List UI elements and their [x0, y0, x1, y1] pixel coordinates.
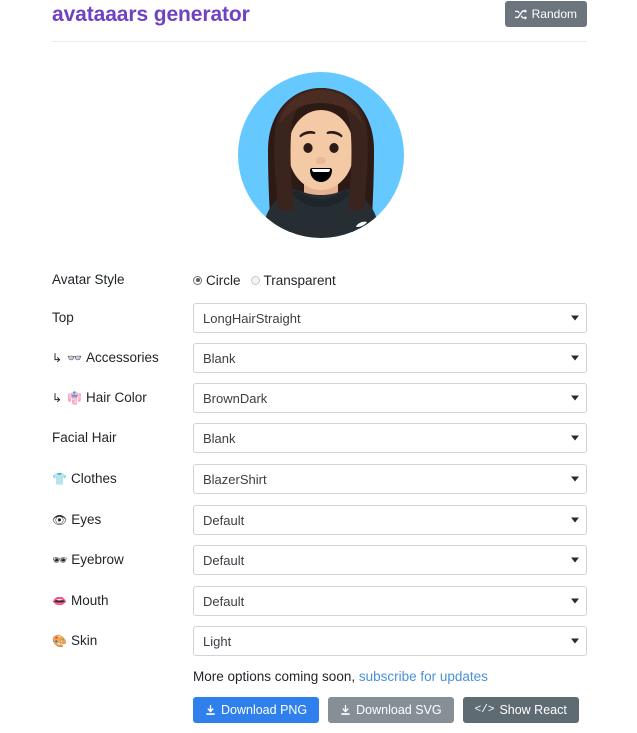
shuffle-icon — [514, 8, 527, 20]
show-react-label: Show React — [499, 703, 567, 717]
chevron-down-icon — [571, 476, 579, 482]
form-row-clothes: 👕 Clothes BlazerShirt — [52, 459, 587, 499]
form-row-mouth: 👄 Mouth Default — [52, 581, 587, 621]
chevron-down-icon — [571, 598, 579, 604]
select-skin[interactable]: Light — [193, 626, 587, 656]
random-button[interactable]: Random — [504, 1, 587, 27]
glasses-icon: 👓 — [67, 351, 83, 365]
avatar-mouth-teeth — [312, 169, 330, 172]
avataaars-generator-page: avataaars generator Random Avatar Style … — [0, 0, 637, 733]
control-facial-hair: Blank — [193, 418, 587, 453]
select-top[interactable]: LongHairStraight — [193, 303, 587, 333]
eye-icon: 👁 — [52, 513, 68, 527]
chevron-down-icon — [571, 557, 579, 563]
form-row-accessories: ↳ 👓 Accessories Blank — [52, 338, 587, 378]
chevron-down-icon — [571, 517, 579, 523]
select-eyebrow[interactable]: Default — [193, 545, 587, 575]
form-row-facial-hair: Facial Hair Blank — [52, 418, 587, 458]
tshirt-icon: 👕 — [52, 472, 67, 486]
control-eyes: Default — [193, 500, 587, 535]
avatar-style-control: Circle Transparent — [193, 260, 587, 300]
label-accessories: ↳ 👓 Accessories — [52, 350, 159, 366]
code-icon: </> — [474, 704, 495, 716]
radio-transparent-indicator[interactable] — [250, 275, 260, 285]
select-eyes[interactable]: Default — [193, 505, 587, 535]
control-mouth: Default — [193, 581, 587, 616]
more-options-note: More options coming soon, subscribe for … — [193, 669, 488, 684]
subscribe-link[interactable]: subscribe for updates — [359, 669, 488, 684]
label-clothes: 👕 Clothes — [52, 471, 117, 487]
avatar-eye-left — [303, 143, 313, 153]
select-eyebrow-value: Default — [203, 552, 245, 568]
control-skin: Light — [193, 621, 587, 656]
mouth-icon: 👄 — [52, 594, 67, 608]
avatar-eye-right — [329, 143, 339, 153]
palette-icon: 🎨 — [52, 634, 67, 648]
form-row-eyebrow: 🕶 Eyebrow Default — [52, 540, 587, 580]
label-eyes: 👁 Eyes — [52, 512, 102, 528]
download-icon — [205, 704, 216, 716]
hair-color-icon: 👘 — [67, 391, 83, 405]
select-hair-color-value: BrownDark — [203, 390, 268, 406]
select-accessories[interactable]: Blank — [193, 343, 587, 373]
radio-circle-indicator[interactable] — [193, 275, 202, 285]
sub-item-arrow-icon: ↳ — [52, 391, 63, 405]
show-react-button[interactable]: </> Show React — [462, 697, 579, 723]
chevron-down-icon — [571, 315, 579, 321]
download-svg-button[interactable]: Download SVG — [328, 697, 454, 723]
radio-transparent-label: Transparent — [263, 272, 336, 288]
label-mouth: 👄 Mouth — [52, 593, 109, 609]
select-clothes[interactable]: BlazerShirt — [193, 464, 587, 494]
select-facial-hair[interactable]: Blank — [193, 423, 587, 453]
radio-circle[interactable]: Circle — [193, 273, 241, 288]
avatar-style-label: Avatar Style — [52, 272, 125, 288]
control-top: LongHairStraight — [193, 298, 587, 333]
form-row-avatar-style: Avatar Style Circle Transparent — [52, 260, 587, 300]
form-row-top: Top LongHairStraight — [52, 298, 587, 338]
control-clothes: BlazerShirt — [193, 459, 587, 494]
control-accessories: Blank — [193, 338, 587, 373]
form-row-eyes: 👁 Eyes Default — [52, 500, 587, 540]
chevron-down-icon — [571, 355, 579, 361]
label-top: Top — [52, 310, 74, 326]
chevron-down-icon — [571, 638, 579, 644]
radio-circle-label: Circle — [206, 272, 241, 288]
label-eyebrow: 🕶 Eyebrow — [52, 552, 124, 568]
control-eyebrow: Default — [193, 540, 587, 575]
form-row-skin: 🎨 Skin Light — [52, 621, 587, 661]
page-header: avataaars generator Random — [52, 0, 587, 42]
avatar-preview[interactable] — [238, 62, 404, 248]
select-mouth-value: Default — [203, 593, 245, 609]
select-accessories-value: Blank — [203, 350, 236, 366]
label-skin: 🎨 Skin — [52, 633, 98, 649]
eyebrow-icon: 🕶 — [52, 553, 68, 567]
chevron-down-icon — [571, 395, 579, 401]
label-hair-color: ↳ 👘 Hair Color — [52, 390, 147, 406]
select-top-value: LongHairStraight — [203, 310, 301, 326]
sub-item-arrow-icon: ↳ — [52, 351, 63, 365]
label-facial-hair: Facial Hair — [52, 430, 117, 446]
form-row-hair-color: ↳ 👘 Hair Color BrownDark — [52, 378, 587, 418]
select-facial-hair-value: Blank — [203, 430, 236, 446]
control-hair-color: BrownDark — [193, 378, 587, 413]
action-button-row: Download PNG Download SVG </> Show React — [193, 697, 579, 723]
select-hair-color[interactable]: BrownDark — [193, 383, 587, 413]
radio-transparent[interactable]: Transparent — [250, 272, 336, 288]
select-eyes-value: Default — [203, 512, 245, 528]
header-divider — [52, 41, 587, 42]
download-icon — [340, 704, 351, 716]
select-mouth[interactable]: Default — [193, 586, 587, 616]
chevron-down-icon — [571, 435, 579, 441]
page-title: avataaars generator — [52, 3, 250, 26]
more-options-text: More options coming soon, — [193, 669, 356, 684]
select-skin-value: Light — [203, 633, 232, 649]
download-svg-label: Download SVG — [356, 703, 442, 717]
random-button-label: Random — [531, 7, 577, 21]
download-png-button[interactable]: Download PNG — [193, 697, 320, 723]
avatar-style-radio-group: Circle Transparent — [193, 260, 587, 300]
select-clothes-value: BlazerShirt — [203, 471, 267, 487]
download-png-label: Download PNG — [221, 703, 308, 717]
